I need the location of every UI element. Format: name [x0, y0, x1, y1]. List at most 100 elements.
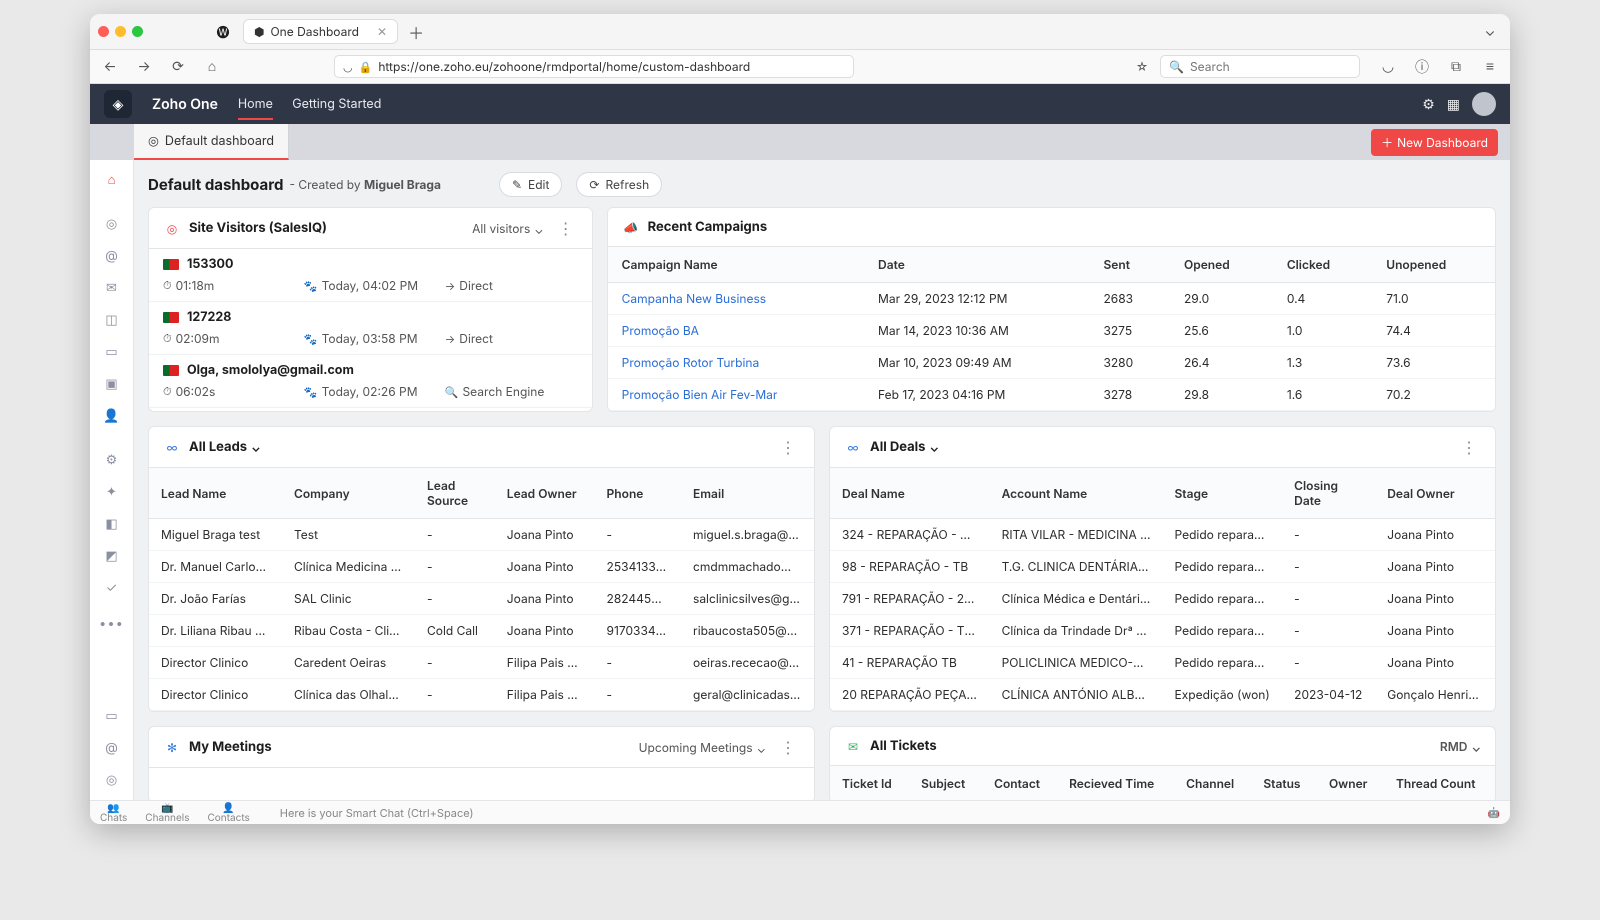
table-row[interactable]: Promoção Rotor Turbina Mar 10, 2023 09:4… [608, 347, 1495, 379]
rail-reports-icon[interactable]: ◫ [96, 306, 128, 334]
rail-bottom-2-icon[interactable]: @ [96, 734, 128, 762]
table-row[interactable]: 98 - REPARAÇÃO - TBT.G. CLINICA DENTÁRIA… [830, 551, 1495, 583]
table-row[interactable]: Miguel Braga testTest-Joana Pinto-miguel… [149, 519, 814, 551]
visitor-row[interactable]: 127228 ⏱02:09m 🐾Today, 03:58 PM →Direct [149, 302, 592, 355]
rail-contacts-icon[interactable]: 👤 [96, 402, 128, 430]
rail-campaigns-icon[interactable]: @ [96, 242, 128, 270]
table-row[interactable]: 324 - REPARAÇÃO - CA impla...RITA VILAR … [830, 519, 1495, 551]
column-header[interactable]: Opened [1170, 247, 1273, 283]
url-input[interactable]: ◡ 🔒 https://one.zoho.eu/zohoone/rmdporta… [334, 55, 854, 78]
table-row[interactable]: 20 REPARAÇÃO PEÇA MÃOCLÍNICA ANTÓNIO ALB… [830, 679, 1495, 711]
close-window[interactable] [98, 26, 109, 37]
footer-contacts[interactable]: 👤Contacts [207, 803, 249, 823]
visitor-row[interactable]: 153300 ⏱01:18m 🐾Today, 04:02 PM →Direct [149, 249, 592, 302]
campaign-link[interactable]: Campanha New Business [622, 291, 766, 306]
brand-icon[interactable]: ◈ [104, 90, 132, 118]
column-header[interactable]: Lead Owner [495, 468, 595, 519]
nav-home-button[interactable]: ⌂ [200, 55, 224, 79]
rail-calendar-icon[interactable]: ▭ [96, 338, 128, 366]
column-header[interactable]: Closing Date [1282, 468, 1375, 519]
menu-icon[interactable]: ≡ [1478, 55, 1502, 79]
edit-button[interactable]: ✎ Edit [499, 172, 562, 197]
nav-reload-button[interactable]: ⟳ [166, 55, 190, 79]
rail-apps-4-icon[interactable]: ◩ [96, 542, 128, 570]
avatar[interactable] [1472, 92, 1496, 116]
refresh-button[interactable]: ⟳ Refresh [576, 172, 662, 197]
table-row[interactable]: Promoção BA Mar 14, 2023 10:36 AM 3275 2… [608, 315, 1495, 347]
column-header[interactable]: Deal Name [830, 468, 990, 519]
card-menu-icon[interactable]: ⋮ [1457, 437, 1481, 457]
new-tab-button[interactable]: ＋ [406, 22, 426, 42]
rail-bottom-1-icon[interactable]: ▭ [96, 702, 128, 730]
browser-tab[interactable]: ⬢ One Dashboard ✕ [243, 19, 398, 44]
close-tab-icon[interactable]: ✕ [377, 24, 387, 39]
column-header[interactable]: Account Name [990, 468, 1163, 519]
table-row[interactable]: Dr. João FaríasSAL Clinic-Joana Pinto282… [149, 583, 814, 615]
column-header[interactable]: Unopened [1372, 247, 1495, 283]
meetings-filter[interactable]: Upcoming Meetings [639, 740, 766, 755]
table-row[interactable]: 371 - REPARAÇÃO - TB e AC...Clínica da T… [830, 615, 1495, 647]
nav-getting-started[interactable]: Getting Started [292, 97, 381, 118]
new-dashboard-button[interactable]: ＋ New Dashboard [1371, 129, 1498, 156]
column-header[interactable]: Date [864, 247, 1089, 283]
rail-apps-2-icon[interactable]: ✦ [96, 478, 128, 506]
column-header[interactable]: Email [681, 468, 814, 519]
footer-bot-icon[interactable]: 🤖 [1488, 807, 1500, 819]
column-header[interactable]: Campaign Name [608, 247, 864, 283]
column-header[interactable]: Recieved Time [1057, 766, 1174, 800]
table-row[interactable]: Campanha New Business Mar 29, 2023 12:12… [608, 283, 1495, 315]
column-header[interactable]: Phone [595, 468, 681, 519]
bookmark-star-icon[interactable]: ☆ [1132, 57, 1152, 77]
table-row[interactable]: Director ClinicoCaredent Oeiras-Filipa P… [149, 647, 814, 679]
table-row[interactable]: 791 - REPARAÇÃO - 2 CAClínica Médica e D… [830, 583, 1495, 615]
card-title[interactable]: All Deals [870, 439, 939, 455]
table-row[interactable]: Director ClinicoClínica das Olhalvas Med… [149, 679, 814, 711]
card-menu-icon[interactable]: ⋮ [776, 437, 800, 457]
footer-chats[interactable]: 👥Chats [100, 803, 127, 823]
column-header[interactable]: Channel [1174, 766, 1251, 800]
column-header[interactable]: Ticket Id [830, 766, 909, 800]
visitor-row[interactable]: Olga, smololya@gmail.com ⏱06:02s 🐾Today,… [149, 355, 592, 408]
table-row[interactable]: Dr. Liliana Ribau CostaRibau Costa - Cli… [149, 615, 814, 647]
column-header[interactable]: Status [1251, 766, 1317, 800]
apps-grid-icon[interactable]: ▦ [1447, 96, 1460, 113]
column-header[interactable]: Deal Owner [1375, 468, 1495, 519]
campaign-link[interactable]: Promoção Bien Air Fev-Mar [622, 387, 778, 402]
card-menu-icon[interactable]: ⋮ [554, 218, 578, 238]
column-header[interactable]: Thread Count [1384, 766, 1495, 800]
card-menu-icon[interactable]: ⋮ [776, 737, 800, 757]
extensions-icon[interactable]: ⧉ [1444, 55, 1468, 79]
column-header[interactable]: Sent [1089, 247, 1170, 283]
nav-forward-button[interactable]: → [132, 55, 156, 79]
rail-visitors-icon[interactable]: ◎ [96, 210, 128, 238]
table-row[interactable]: Promoção Bien Air Fev-Mar Feb 17, 2023 0… [608, 379, 1495, 411]
footer-channels[interactable]: 📺Channels [145, 803, 189, 823]
rail-more-icon[interactable]: ••• [96, 610, 128, 638]
column-header[interactable]: Owner [1317, 766, 1384, 800]
tickets-filter[interactable]: RMD [1440, 739, 1481, 754]
rail-tasks-icon[interactable]: ▣ [96, 370, 128, 398]
account-icon[interactable]: ⓘ [1410, 55, 1434, 79]
column-header[interactable]: Subject [909, 766, 982, 800]
column-header[interactable]: Lead Source [415, 468, 495, 519]
column-header[interactable]: Company [282, 468, 415, 519]
rail-bottom-3-icon[interactable]: ◎ [96, 766, 128, 794]
settings-gear-icon[interactable]: ⚙ [1422, 96, 1435, 113]
table-row[interactable]: Dr. Manuel Carlos Pereira Ma...Clínica M… [149, 551, 814, 583]
minimize-window[interactable] [115, 26, 126, 37]
campaign-link[interactable]: Promoção Rotor Turbina [622, 355, 760, 370]
nav-home[interactable]: Home [238, 97, 273, 120]
browser-search-input[interactable]: 🔍 Search [1160, 55, 1360, 78]
dashboard-tab-default[interactable]: ◎ Default dashboard [134, 124, 289, 160]
pocket-icon[interactable]: ◡ [1376, 55, 1400, 79]
table-row[interactable]: 41 - REPARAÇÃO TBPOLICLINICA MEDICO-DEN.… [830, 647, 1495, 679]
column-header[interactable]: Stage [1162, 468, 1282, 519]
rail-apps-5-icon[interactable]: ✓ [96, 574, 128, 602]
tab-overflow-icon[interactable]: ⌄ [1478, 20, 1502, 44]
column-header[interactable]: Lead Name [149, 468, 282, 519]
rail-chat-icon[interactable]: ✉ [96, 274, 128, 302]
rail-apps-3-icon[interactable]: ◧ [96, 510, 128, 538]
card-title[interactable]: All Leads [189, 439, 261, 455]
nav-back-button[interactable]: ← [98, 55, 122, 79]
visitors-filter[interactable]: All visitors [472, 221, 544, 236]
